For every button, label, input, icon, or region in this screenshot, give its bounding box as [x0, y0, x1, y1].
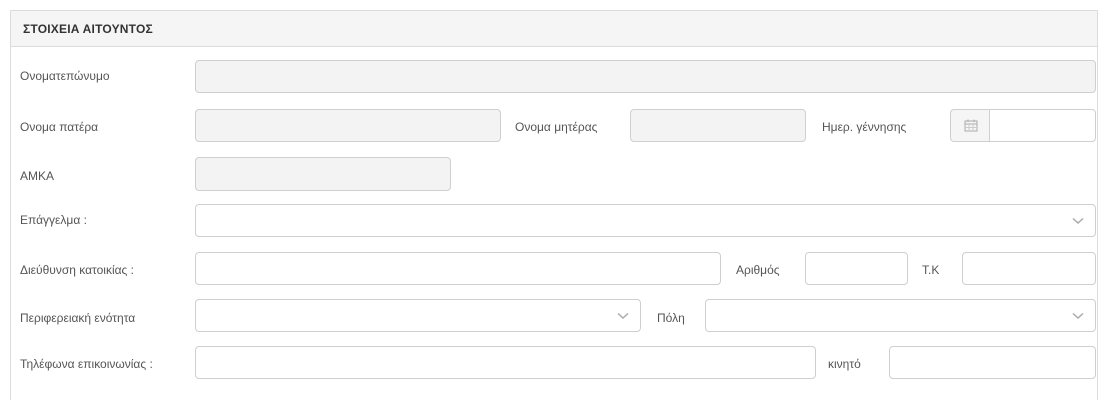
- postal-code-label: Τ.Κ: [922, 263, 940, 277]
- full-name-field[interactable]: [195, 60, 1096, 93]
- father-name-field[interactable]: [195, 109, 501, 142]
- father-name-label: Ονομα πατέρα: [20, 120, 99, 134]
- phones-label: Τηλέφωνα επικοινωνίας :: [20, 357, 153, 371]
- mother-name-field[interactable]: [630, 109, 806, 142]
- calendar-button[interactable]: [950, 109, 990, 142]
- address-field[interactable]: [195, 252, 721, 285]
- profession-select[interactable]: [195, 204, 1096, 237]
- address-label: Διεύθυνση κατοικίας :: [20, 263, 134, 277]
- amka-field[interactable]: [195, 157, 451, 191]
- profession-label: Επάγγελμα :: [20, 213, 87, 227]
- amka-label: ΑΜΚΑ: [20, 169, 55, 183]
- region-select[interactable]: [195, 299, 641, 332]
- number-field[interactable]: [805, 252, 908, 285]
- mobile-field[interactable]: [889, 346, 1096, 379]
- mobile-label: κινητό: [828, 357, 861, 371]
- birth-date-field[interactable]: [989, 109, 1096, 142]
- postal-code-field[interactable]: [962, 252, 1096, 285]
- number-label: Αριθμός: [736, 263, 780, 277]
- chevron-down-icon[interactable]: [1061, 205, 1095, 236]
- phones-field[interactable]: [195, 346, 816, 379]
- calendar-icon: [964, 119, 977, 132]
- panel-header: ΣΤΟΙΧΕΙΑ ΑΙΤΟΥΝΤΟΣ: [11, 11, 1097, 47]
- mother-name-label: Ονομα μητέρας: [515, 120, 598, 134]
- birth-date-label: Ημερ. γέννησης: [822, 120, 907, 134]
- city-label: Πόλη: [657, 311, 685, 325]
- chevron-down-icon[interactable]: [1061, 300, 1095, 331]
- full-name-label: Ονοματεπώνυμο: [20, 69, 110, 83]
- panel-title: ΣΤΟΙΧΕΙΑ ΑΙΤΟΥΝΤΟΣ: [23, 22, 153, 36]
- chevron-down-icon[interactable]: [606, 300, 640, 331]
- city-select[interactable]: [705, 299, 1096, 332]
- region-label: Περιφερειακή ενότητα: [20, 311, 136, 325]
